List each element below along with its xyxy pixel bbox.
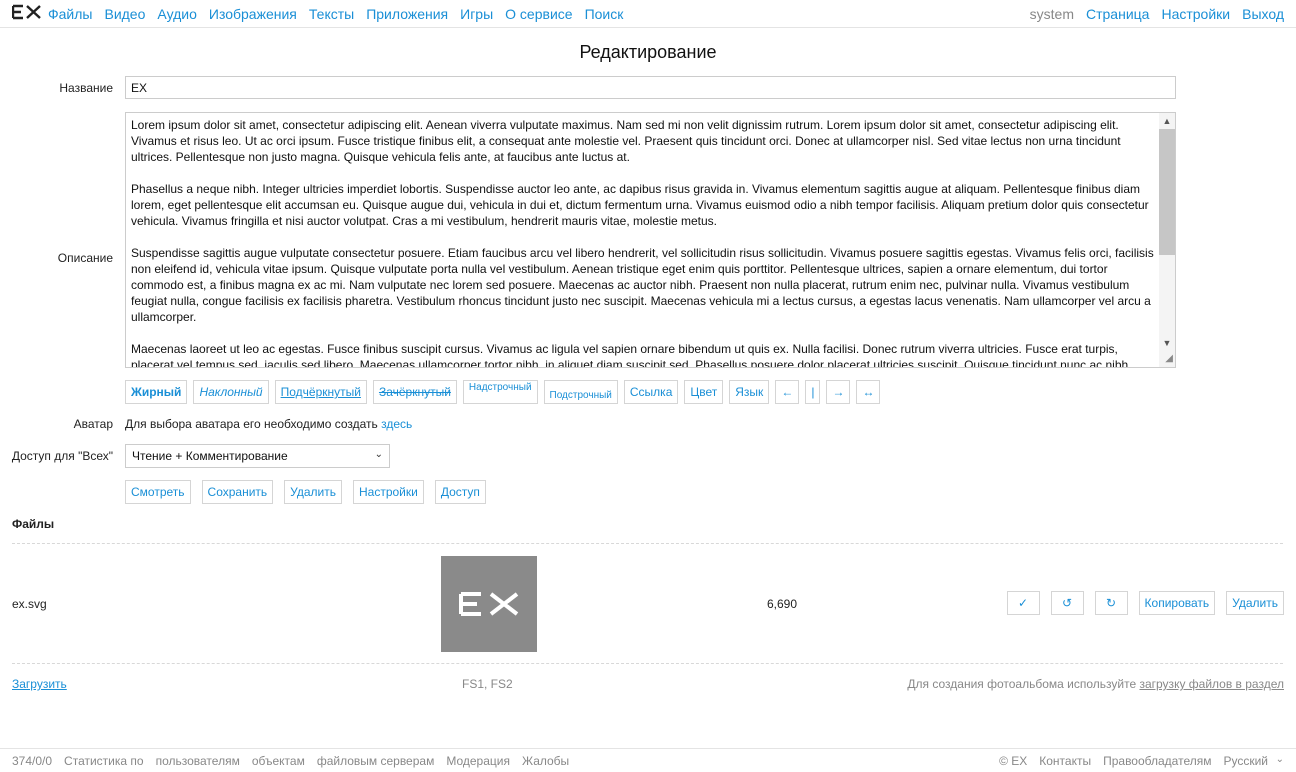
form-actions: Смотреть Сохранить Удалить Настройки Дос… [125, 480, 486, 504]
complaints-link[interactable]: Жалобы [522, 754, 569, 768]
save-button[interactable]: Сохранить [201, 480, 274, 504]
avatar-hint-text: Для выбора аватара его необходимо создат… [125, 417, 378, 431]
stats-label: Статистика по [64, 754, 144, 768]
current-user: system [1029, 6, 1074, 22]
align-left-button[interactable]: ← [775, 380, 800, 404]
description-paragraph: Suspendisse sagittis augue vulputate con… [131, 246, 1154, 324]
description-paragraph: Lorem ipsum dolor sit amet, consectetur … [131, 118, 1121, 164]
delete-file-button[interactable]: Удалить [1226, 591, 1284, 615]
description-label: Описание [57, 251, 113, 265]
align-right-button[interactable]: → [826, 380, 851, 404]
top-nav: Файлы Видео Аудио Изображения Тексты При… [0, 0, 1296, 28]
scrollbar-thumb[interactable] [1159, 129, 1175, 255]
language-select[interactable]: Русский [1223, 754, 1268, 768]
file-name: ex.svg [12, 597, 47, 611]
contacts-link[interactable]: Контакты [1039, 754, 1091, 768]
rotate-right-icon[interactable]: ↻ [1094, 591, 1128, 615]
view-button[interactable]: Смотреть [125, 480, 191, 504]
nav-page[interactable]: Страница [1086, 6, 1149, 22]
description-paragraph: Maecenas laoreet ut leo ac egestas. Fusc… [131, 342, 1129, 368]
nav-images[interactable]: Изображения [209, 6, 297, 22]
description-textarea[interactable]: Lorem ipsum dolor sit amet, consectetur … [125, 112, 1176, 368]
nav-about[interactable]: О сервисе [505, 6, 572, 22]
description-text: Lorem ipsum dolor sit amet, consectetur … [131, 117, 1155, 368]
rotate-left-icon[interactable]: ↺ [1050, 591, 1084, 615]
album-note: Для создания фотоальбома используйте заг… [907, 677, 1284, 691]
user-menu: system Страница Настройки Выход [1030, 6, 1284, 22]
nav-video[interactable]: Видео [104, 6, 145, 22]
nav-games[interactable]: Игры [460, 6, 493, 22]
rights-holders-link[interactable]: Правообладателям [1103, 754, 1211, 768]
delete-button[interactable]: Удалить [284, 480, 342, 504]
align-center-button[interactable]: | [805, 380, 821, 404]
footer-links: © EX Контакты Правообладателям Русский [999, 754, 1268, 768]
access-button[interactable]: Доступ [434, 480, 486, 504]
file-actions: ✓ ↺ ↻ Копировать Удалить [1006, 591, 1284, 615]
divider [12, 663, 1283, 664]
file-size: 6,690 [767, 597, 798, 611]
main-menu: Файлы Видео Аудио Изображения Тексты При… [48, 6, 623, 22]
nav-logout[interactable]: Выход [1242, 6, 1284, 22]
scroll-up-icon[interactable]: ▲ [1159, 113, 1175, 129]
nav-texts[interactable]: Тексты [309, 6, 354, 22]
moderation-link[interactable]: Модерация [446, 754, 510, 768]
ex-logo-icon[interactable] [12, 4, 42, 20]
link-button[interactable]: Ссылка [623, 380, 679, 404]
underline-button[interactable]: Подчёркнутый [274, 380, 367, 404]
page-title: Редактирование [579, 42, 717, 62]
chevron-down-icon[interactable]: ⌄ [1276, 754, 1284, 765]
strikethrough-button[interactable]: Зачёркнутый [372, 380, 457, 404]
nav-settings[interactable]: Настройки [1161, 6, 1230, 22]
copyright[interactable]: © EX [999, 754, 1027, 768]
name-input[interactable]: EX [125, 76, 1176, 99]
format-toolbar: Жирный Наклонный Подчёркнутый Зачёркнуты… [125, 380, 881, 404]
avatar-hint: Для выбора аватара его необходимо создат… [125, 417, 412, 431]
copy-file-button[interactable]: Копировать [1138, 591, 1216, 615]
access-label: Доступ для "Всех" [11, 449, 113, 463]
access-select-value: Чтение + Комментирование [132, 449, 288, 463]
access-select[interactable]: Чтение + Комментирование ⌄ [125, 444, 390, 468]
object-counts: 374/0/0 [12, 754, 53, 768]
nav-apps[interactable]: Приложения [366, 6, 448, 22]
apply-icon[interactable]: ✓ [1006, 591, 1040, 615]
files-heading: Файлы [12, 517, 55, 531]
subscript-button[interactable]: Подстрочный [543, 380, 618, 404]
language-button[interactable]: Язык [729, 380, 770, 404]
stats-objects-link[interactable]: объектам [252, 754, 305, 768]
italic-button[interactable]: Наклонный [193, 380, 269, 404]
footer: 374/0/0 Статистика по пользователям объе… [0, 748, 1296, 772]
avatar-create-link[interactable]: здесь [381, 417, 412, 431]
divider [12, 543, 1283, 544]
file-servers: FS1, FS2 [462, 677, 513, 691]
align-justify-button[interactable]: ↔ [856, 380, 881, 404]
stats-servers-link[interactable]: файловым серверам [317, 754, 435, 768]
scroll-down-icon[interactable]: ▼ [1159, 335, 1175, 351]
nav-files[interactable]: Файлы [48, 6, 92, 22]
chevron-down-icon: ⌄ [374, 449, 383, 460]
stats-users-link[interactable]: пользователям [156, 754, 240, 768]
bold-button[interactable]: Жирный [125, 380, 188, 404]
avatar-label: Аватар [73, 417, 113, 431]
color-button[interactable]: Цвет [684, 380, 724, 404]
nav-audio[interactable]: Аудио [157, 6, 197, 22]
nav-search[interactable]: Поиск [585, 6, 624, 22]
settings-button[interactable]: Настройки [353, 480, 424, 504]
description-paragraph: Phasellus a neque nibh. Integer ultricie… [131, 182, 1149, 228]
album-note-text: Для создания фотоальбома используйте [907, 677, 1137, 691]
ex-logo-icon [459, 592, 519, 616]
section-upload-link[interactable]: загрузку файлов в раздел [1139, 677, 1284, 691]
file-thumbnail[interactable] [441, 556, 537, 652]
upload-link[interactable]: Загрузить [12, 677, 67, 691]
superscript-button[interactable]: Надстрочный [462, 380, 538, 404]
footer-stats: 374/0/0 Статистика по пользователям объе… [12, 754, 569, 768]
name-label: Название [59, 81, 113, 95]
resize-handle-icon[interactable]: ◢ [1161, 353, 1173, 365]
